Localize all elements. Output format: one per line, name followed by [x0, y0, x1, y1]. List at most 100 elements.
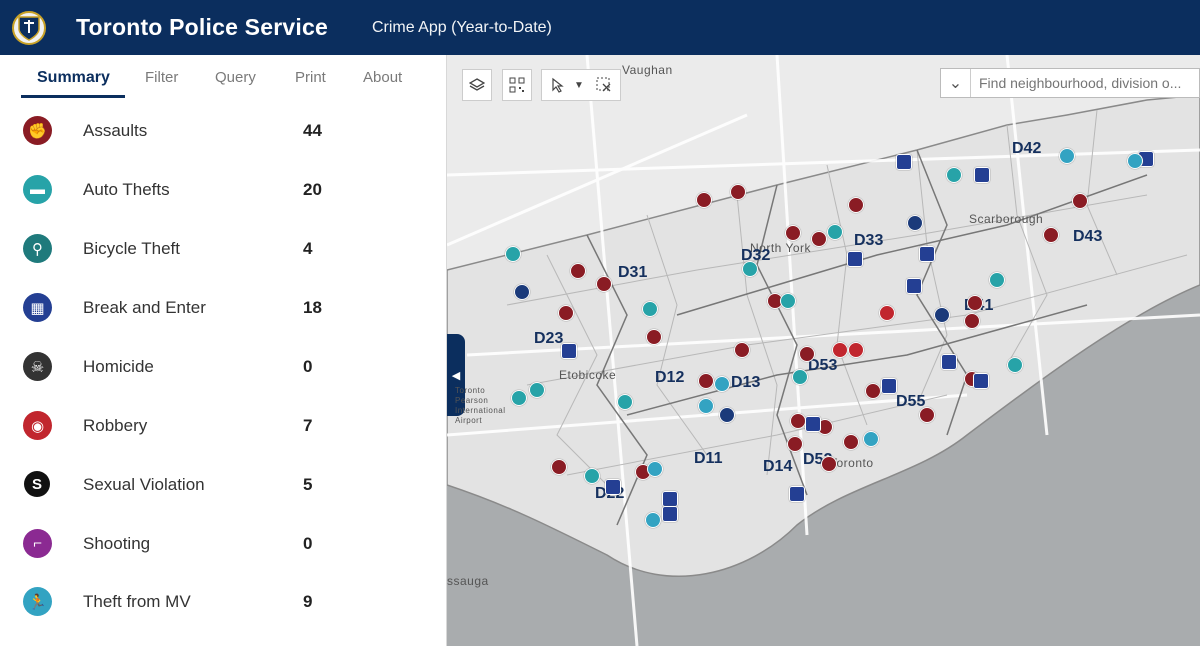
auto-theft-marker[interactable]: [792, 369, 808, 385]
assault-marker[interactable]: [551, 459, 567, 475]
assault-marker[interactable]: [730, 184, 746, 200]
auto-theft-marker[interactable]: [584, 468, 600, 484]
layers-button[interactable]: [462, 69, 492, 101]
break-enter-marker[interactable]: [662, 491, 678, 507]
theft-from-mv-marker[interactable]: [645, 512, 661, 528]
break-enter-marker[interactable]: [561, 343, 577, 359]
break-enter-marker[interactable]: [896, 154, 912, 170]
dropdown-caret-icon[interactable]: ▼: [574, 80, 584, 91]
auto-theft-marker[interactable]: [505, 246, 521, 262]
theft-from-mv-marker[interactable]: [714, 376, 730, 392]
break-enter-marker[interactable]: [805, 416, 821, 432]
crime-row-auto-thefts[interactable]: ▬ Auto Thefts 20: [0, 165, 440, 223]
tab-filter[interactable]: Filter: [145, 69, 178, 86]
clear-selection-icon[interactable]: [596, 77, 612, 93]
qr-button[interactable]: [502, 69, 532, 101]
division-label: D31: [618, 264, 648, 281]
chevron-down-icon[interactable]: ⌄: [941, 69, 971, 97]
crime-map[interactable]: ▼ ⌄ ◀ Vaughan North York Scarborough Eto…: [447, 55, 1200, 646]
break-enter-marker[interactable]: [847, 251, 863, 267]
assault-marker[interactable]: [596, 276, 612, 292]
crime-row-shooting[interactable]: ⌐ Shooting 0: [0, 519, 440, 577]
assault-marker[interactable]: [1072, 193, 1088, 209]
search-input[interactable]: [971, 75, 1196, 91]
crime-label: Shooting: [83, 534, 151, 553]
auto-theft-marker[interactable]: [827, 224, 843, 240]
assault-marker[interactable]: [865, 383, 881, 399]
tab-summary[interactable]: Summary: [37, 69, 110, 87]
crime-row-theft-from-mv[interactable]: 🏃 Theft from MV 9: [0, 577, 440, 635]
crime-label: Auto Thefts: [83, 180, 170, 199]
assault-marker[interactable]: [787, 436, 803, 452]
crime-row-break-and-enter[interactable]: ▦ Break and Enter 18: [0, 283, 440, 341]
bicycle-icon: ⚲: [23, 234, 52, 263]
assault-marker[interactable]: [919, 407, 935, 423]
assault-marker[interactable]: [799, 346, 815, 362]
assault-marker[interactable]: [967, 295, 983, 311]
assault-marker[interactable]: [785, 225, 801, 241]
auto-theft-marker[interactable]: [989, 272, 1005, 288]
break-enter-marker[interactable]: [881, 378, 897, 394]
theft-from-mv-marker[interactable]: [698, 398, 714, 414]
assault-marker[interactable]: [558, 305, 574, 321]
tab-print[interactable]: Print: [295, 69, 326, 86]
crime-label: Bicycle Theft: [83, 239, 181, 258]
break-enter-marker[interactable]: [941, 354, 957, 370]
assault-marker[interactable]: [1043, 227, 1059, 243]
tps-logo-icon: [12, 10, 46, 45]
tab-about[interactable]: About: [363, 69, 402, 86]
break-enter-marker[interactable]: [973, 373, 989, 389]
sexual-violation-marker[interactable]: [907, 215, 923, 231]
assault-marker[interactable]: [964, 313, 980, 329]
theft-from-mv-marker[interactable]: [1127, 153, 1143, 169]
crime-count: 18: [303, 298, 322, 317]
robbery-marker[interactable]: [879, 305, 895, 321]
assault-marker[interactable]: [734, 342, 750, 358]
s-icon: S: [24, 471, 50, 497]
auto-theft-marker[interactable]: [617, 394, 633, 410]
division-label: D42: [1012, 140, 1042, 157]
crime-row-robbery[interactable]: ◉ Robbery 7: [0, 401, 440, 459]
sexual-violation-marker[interactable]: [719, 407, 735, 423]
crime-label: Sexual Violation: [83, 475, 205, 494]
robbery-marker[interactable]: [848, 342, 864, 358]
select-tool-button[interactable]: ▼: [541, 69, 621, 101]
assault-marker[interactable]: [821, 456, 837, 472]
auto-theft-marker[interactable]: [780, 293, 796, 309]
assault-marker[interactable]: [843, 434, 859, 450]
theft-from-mv-marker[interactable]: [647, 461, 663, 477]
auto-theft-marker[interactable]: [946, 167, 962, 183]
auto-theft-marker[interactable]: [1007, 357, 1023, 373]
assault-marker[interactable]: [790, 413, 806, 429]
crime-row-bicycle-theft[interactable]: ⚲ Bicycle Theft 4: [0, 224, 440, 282]
break-enter-marker[interactable]: [919, 246, 935, 262]
auto-theft-marker[interactable]: [742, 261, 758, 277]
assault-marker[interactable]: [848, 197, 864, 213]
sexual-violation-marker[interactable]: [934, 307, 950, 323]
break-enter-marker[interactable]: [906, 278, 922, 294]
crime-row-assaults[interactable]: ✊ Assaults 44: [0, 106, 440, 164]
break-enter-marker[interactable]: [605, 479, 621, 495]
sexual-violation-marker[interactable]: [514, 284, 530, 300]
theft-from-mv-marker[interactable]: [1059, 148, 1075, 164]
break-enter-marker[interactable]: [662, 506, 678, 522]
auto-theft-marker[interactable]: [511, 390, 527, 406]
break-enter-marker[interactable]: [789, 486, 805, 502]
assault-marker[interactable]: [696, 192, 712, 208]
division-label: D43: [1073, 228, 1103, 245]
auto-theft-icon: ▬: [23, 175, 52, 204]
break-enter-marker[interactable]: [974, 167, 990, 183]
tab-query[interactable]: Query: [215, 69, 256, 86]
auto-theft-marker[interactable]: [529, 382, 545, 398]
crime-row-sexual-violation[interactable]: S Sexual Violation 5: [0, 460, 440, 518]
assault-marker[interactable]: [811, 231, 827, 247]
assault-marker[interactable]: [646, 329, 662, 345]
assault-marker[interactable]: [698, 373, 714, 389]
crime-count: 4: [303, 239, 313, 258]
theft-from-mv-marker[interactable]: [863, 431, 879, 447]
auto-theft-marker[interactable]: [642, 301, 658, 317]
select-pointer-icon: [552, 77, 564, 93]
assault-marker[interactable]: [570, 263, 586, 279]
robbery-marker[interactable]: [832, 342, 848, 358]
crime-row-homicide[interactable]: ☠ Homicide 0: [0, 342, 440, 400]
